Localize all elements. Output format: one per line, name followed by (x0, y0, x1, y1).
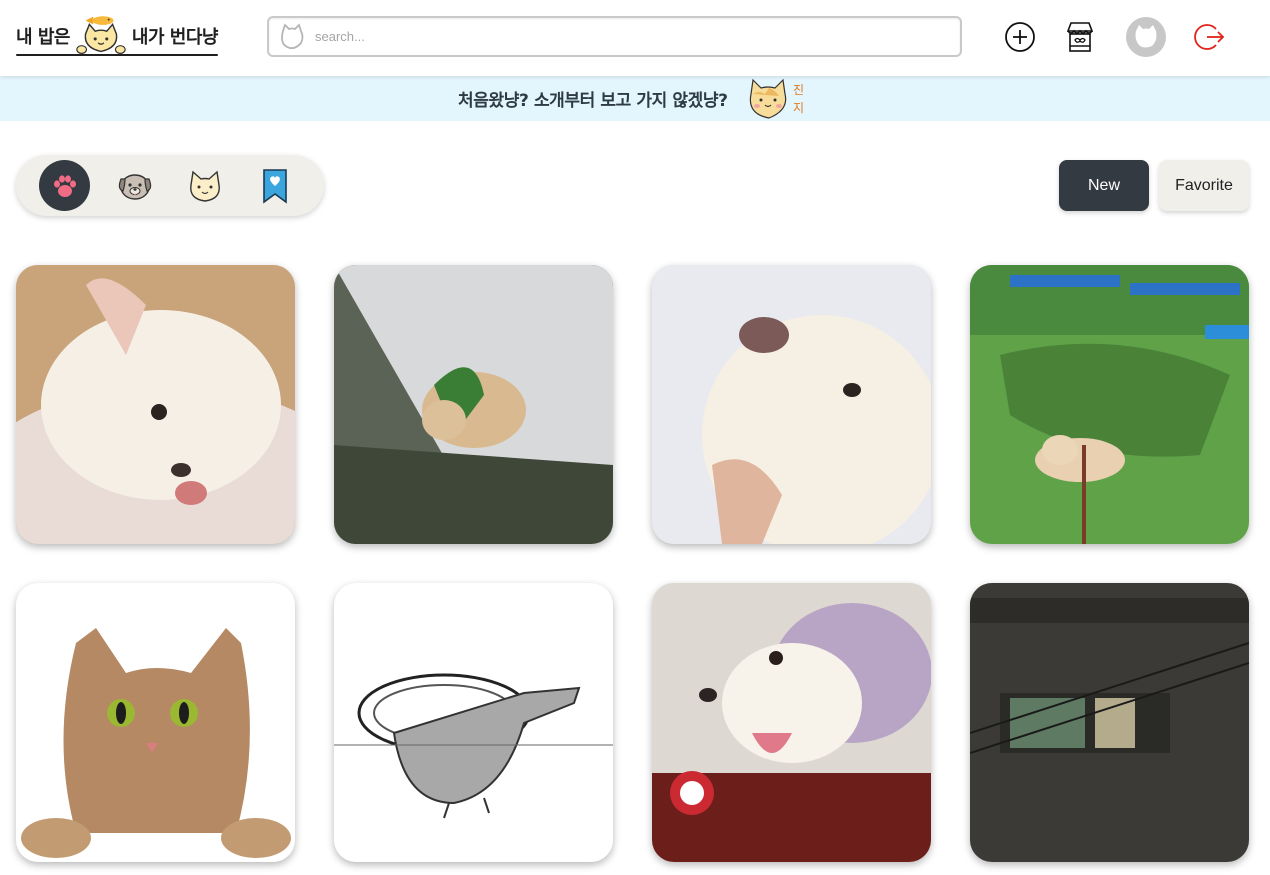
add-post-button[interactable] (1003, 18, 1037, 56)
profile-avatar (1126, 17, 1166, 57)
badge-char-2: 지 (793, 101, 804, 115)
badge-char-1: 진 (793, 83, 804, 97)
banner-text: 처음왔냥? 소개부터 보고 가지 않겠냥? (458, 91, 728, 111)
filter-all-button[interactable] (39, 160, 90, 211)
shop-icon (1066, 22, 1094, 52)
photo-card[interactable] (652, 265, 931, 544)
logo-underline (16, 54, 218, 56)
cat-search-icon[interactable] (277, 22, 307, 52)
logo-right-text: 내가 번다냥 (131, 27, 219, 48)
photo-bird-drawing (334, 583, 613, 862)
search-input[interactable] (315, 18, 945, 55)
search-bar (267, 16, 962, 57)
logout-button[interactable] (1193, 18, 1227, 56)
banner-cat-icon: 진 지 (749, 78, 804, 119)
sort-favorite-button[interactable]: Favorite (1159, 160, 1249, 211)
photo-card[interactable] (970, 265, 1249, 544)
filter-cat-button[interactable] (179, 160, 230, 211)
photo-card[interactable] (970, 583, 1249, 862)
intro-banner[interactable]: 처음왔냥? 소개부터 보고 가지 않겠냥? 진 지 (0, 76, 1270, 121)
site-logo[interactable]: 내 밥은 내가 번다냥 (16, 14, 219, 58)
plus-circle-icon (1005, 22, 1035, 52)
photo-dog-with-hat (652, 583, 931, 862)
photo-dog-in-snow (334, 265, 613, 544)
photo-tabby-cat (16, 583, 295, 862)
sort-new-button[interactable]: New (1059, 160, 1149, 211)
cat-icon (189, 170, 220, 202)
logo-cat-mascot-icon (76, 16, 126, 54)
dog-icon (118, 173, 151, 200)
filter-bookmark-button[interactable] (249, 160, 300, 211)
profile-button[interactable] (1125, 16, 1167, 58)
logo-left-text: 내 밥은 (16, 27, 70, 48)
paw-icon (53, 174, 76, 197)
photo-card[interactable] (16, 265, 295, 544)
shop-button[interactable] (1063, 18, 1097, 56)
photo-card[interactable] (16, 583, 295, 862)
photo-card[interactable] (652, 583, 931, 862)
category-filter (16, 155, 324, 216)
top-header: 내 밥은 내가 번다냥 (0, 0, 1270, 76)
photo-dog-on-grass (970, 265, 1249, 544)
photo-dog-looking-up (652, 265, 931, 544)
photo-white-dog-on-cushion (16, 265, 295, 544)
photo-card[interactable] (334, 583, 613, 862)
photo-building-night (970, 583, 1249, 862)
photo-card[interactable] (334, 265, 613, 544)
bookmark-heart-icon (262, 168, 287, 204)
logout-icon (1194, 24, 1225, 50)
filter-dog-button[interactable] (109, 160, 160, 211)
